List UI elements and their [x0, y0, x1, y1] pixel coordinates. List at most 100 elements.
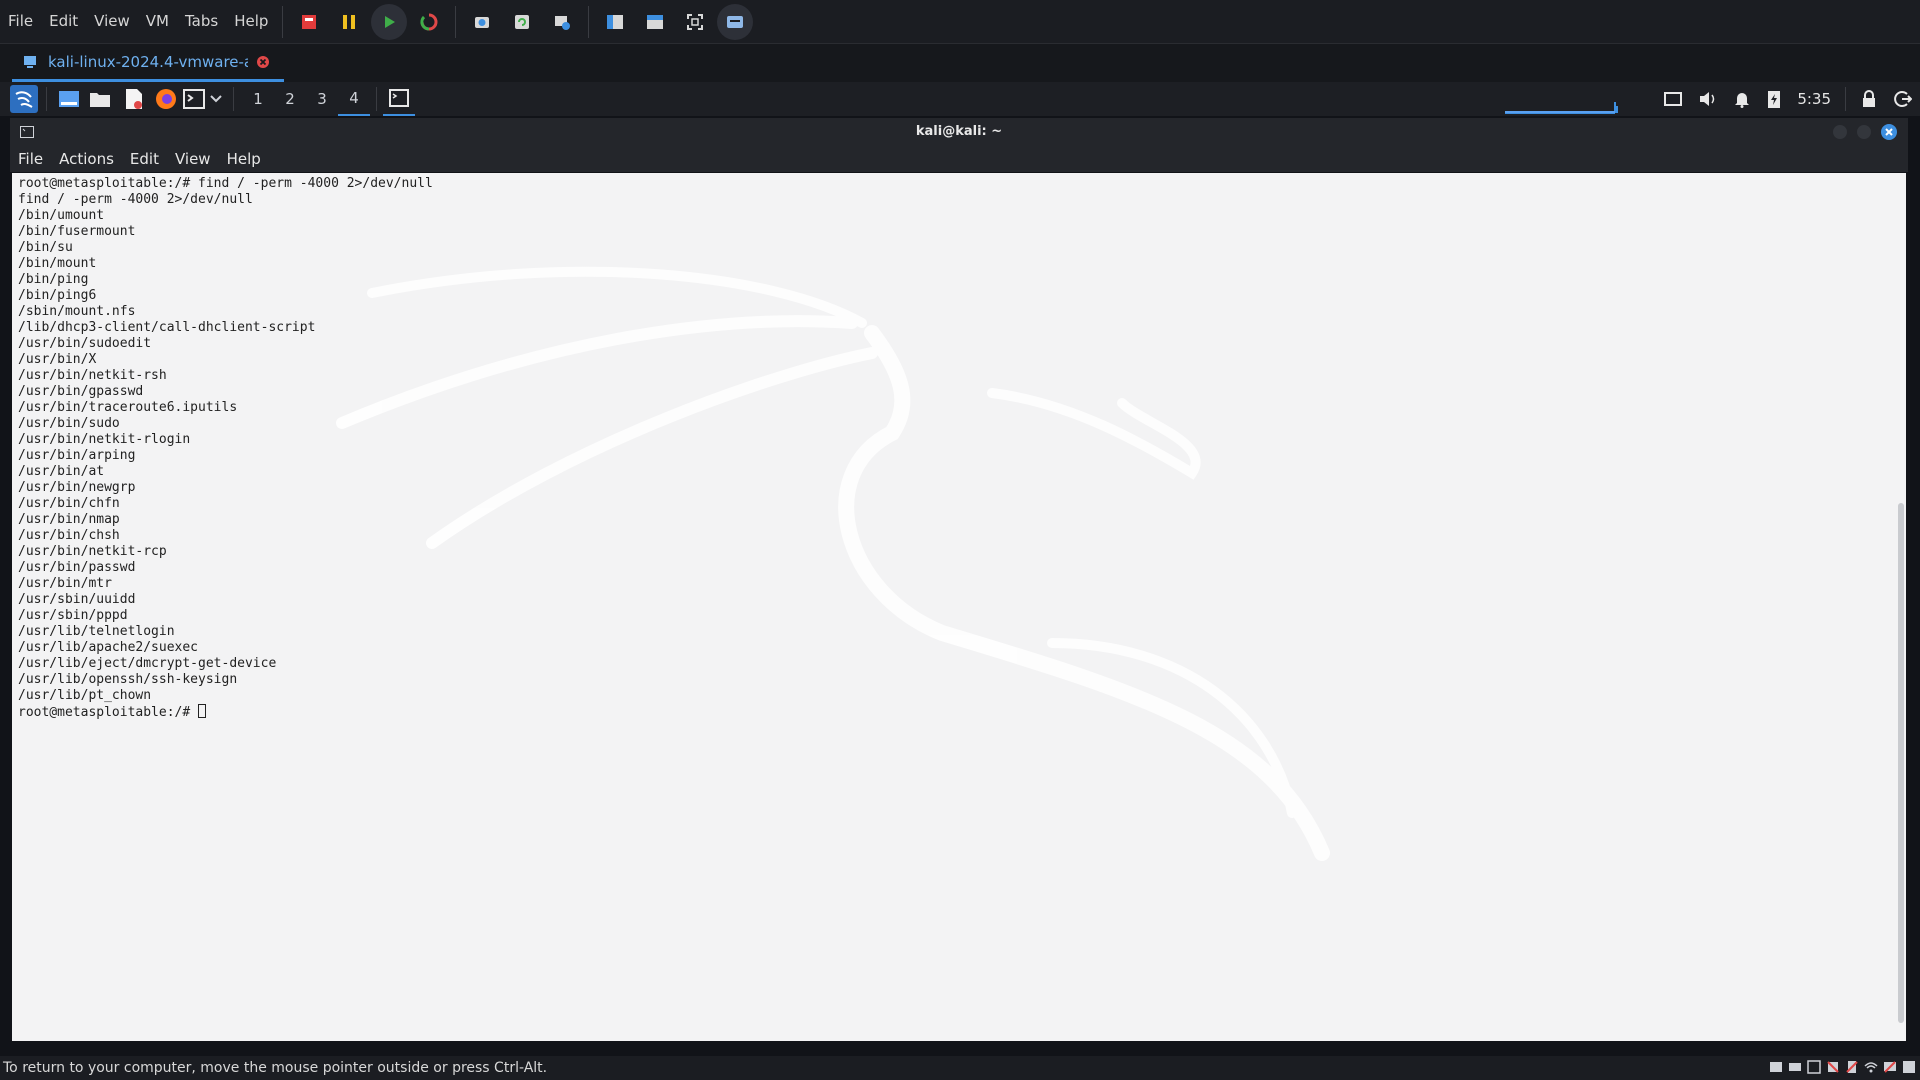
- display-device-icon[interactable]: [1883, 1060, 1897, 1074]
- terminal-line: /usr/bin/nmap: [18, 512, 120, 527]
- wireless-icon[interactable]: [1864, 1060, 1878, 1074]
- divider: [588, 5, 590, 38]
- network-adapter-icon[interactable]: [1807, 1060, 1821, 1074]
- status-message: To return to your computer, move the mou…: [3, 1060, 548, 1076]
- thumbnail-bar-button[interactable]: [637, 4, 673, 40]
- messages-icon[interactable]: [1902, 1060, 1916, 1074]
- sound-card-icon[interactable]: [1845, 1060, 1859, 1074]
- kali-top-panel: 1 2 3 4 5:35: [0, 82, 1920, 116]
- revert-snapshot-icon: [515, 14, 530, 29]
- snapshot-button[interactable]: [464, 4, 500, 40]
- firefox-icon: [156, 89, 176, 109]
- vm-menu-view[interactable]: View: [86, 0, 138, 43]
- workspace-2[interactable]: 2: [274, 82, 306, 116]
- monitor-icon: [1664, 92, 1683, 106]
- fullscreen-button[interactable]: [677, 4, 713, 40]
- snapshot-manager-icon: [555, 15, 571, 30]
- revert-snapshot-button[interactable]: [504, 4, 540, 40]
- kali-menu-button[interactable]: [10, 85, 38, 113]
- pause-icon: [343, 14, 356, 29]
- unity-button[interactable]: [717, 3, 754, 40]
- terminal-line: /usr/bin/traceroute6.iputils: [18, 400, 238, 415]
- vm-menu-help[interactable]: Help: [226, 0, 276, 43]
- snapshot-icon: [475, 16, 490, 28]
- terminal-launcher-button[interactable]: [181, 82, 207, 116]
- terminal-line: /usr/bin/X: [18, 352, 97, 367]
- restart-button[interactable]: [411, 4, 447, 40]
- notifications-button[interactable]: [1725, 82, 1759, 116]
- close-tab-icon[interactable]: [256, 55, 270, 69]
- workspace-1[interactable]: 1: [242, 82, 274, 116]
- firefox-button[interactable]: [151, 82, 181, 116]
- terminal-line: /usr/bin/sudoedit: [18, 336, 152, 351]
- close-window-icon[interactable]: [1880, 123, 1898, 141]
- play-button[interactable]: [371, 3, 408, 40]
- hard-disk-icon[interactable]: [1769, 1060, 1783, 1074]
- terminal-output-area[interactable]: root@metasploitable:/# find / -perm -400…: [12, 173, 1906, 1041]
- terminal-dropdown-button[interactable]: [207, 82, 225, 116]
- volume-icon: [1700, 92, 1715, 106]
- terminal-scrollbar[interactable]: [1898, 503, 1904, 1023]
- text-editor-icon: [126, 89, 142, 109]
- terminal-line: /usr/bin/netkit-rsh: [18, 368, 167, 383]
- vm-menu-file[interactable]: File: [0, 0, 41, 43]
- sidebar-icon: [607, 14, 624, 29]
- terminal-line: /usr/bin/at: [18, 464, 105, 479]
- terminal-prompt: root@metasploitable:/#: [18, 705, 199, 720]
- workspace-4[interactable]: 4: [338, 82, 370, 116]
- terminal-titlebar[interactable]: kali@kali: ~: [10, 118, 1908, 146]
- terminal-line: /bin/ping: [18, 272, 89, 287]
- terminal-line: /usr/bin/mtr: [18, 576, 112, 591]
- power-off-button[interactable]: [291, 4, 327, 40]
- terminal-line: find / -perm -4000 2>/dev/null: [18, 192, 253, 207]
- terminal-line: /bin/su: [18, 240, 73, 255]
- snapshot-manager-button[interactable]: [544, 4, 580, 40]
- cd-drive-icon[interactable]: [1788, 1060, 1802, 1074]
- file-manager-button[interactable]: [83, 82, 117, 116]
- usb-icon[interactable]: [1826, 1060, 1840, 1074]
- terminal-menu-file[interactable]: File: [10, 150, 51, 168]
- maximize-window-icon[interactable]: [1856, 124, 1872, 140]
- display-button[interactable]: [1655, 82, 1691, 116]
- volume-button[interactable]: [1691, 82, 1725, 116]
- logout-button[interactable]: [1886, 82, 1920, 116]
- terminal-menu-view[interactable]: View: [167, 150, 219, 168]
- terminal-menu-help[interactable]: Help: [219, 150, 269, 168]
- terminal-line: /usr/bin/passwd: [18, 560, 136, 575]
- power-status-button[interactable]: [1759, 82, 1789, 116]
- lock-screen-button[interactable]: [1852, 82, 1886, 116]
- terminal-output-lines: root@metasploitable:/# find / -perm -400…: [18, 176, 433, 703]
- thumbnail-bar-icon: [647, 14, 664, 29]
- vm-menu-edit[interactable]: Edit: [41, 0, 86, 43]
- terminal-line: /bin/mount: [18, 256, 97, 271]
- divider: [282, 5, 284, 38]
- terminal-line: /usr/lib/apache2/suexec: [18, 640, 199, 655]
- vm-tab[interactable]: kali-linux-2024.4-vmware-am...: [12, 44, 284, 82]
- sidebar-toggle-button[interactable]: [597, 4, 633, 40]
- terminal-menu-actions[interactable]: Actions: [51, 150, 122, 168]
- terminal-line: /usr/lib/telnetlogin: [18, 624, 175, 639]
- panel-clock[interactable]: 5:35: [1789, 90, 1839, 108]
- divider: [1845, 87, 1846, 111]
- divider: [233, 87, 234, 111]
- folder-icon: [90, 93, 110, 107]
- battery-charging-icon: [1768, 91, 1781, 108]
- text-editor-button[interactable]: [117, 82, 151, 116]
- terminal-line: /bin/ping6: [18, 288, 97, 303]
- divider: [46, 87, 47, 111]
- workspace-3[interactable]: 3: [306, 82, 338, 116]
- terminal-icon: [183, 89, 205, 109]
- terminal-line: /usr/bin/sudo: [18, 416, 120, 431]
- taskbar-terminal-window[interactable]: [383, 82, 415, 116]
- terminal-line: /usr/bin/netkit-rcp: [18, 544, 167, 559]
- terminal-line: /usr/bin/newgrp: [18, 480, 136, 495]
- pause-button[interactable]: [331, 4, 367, 40]
- vm-menu-tabs[interactable]: Tabs: [177, 0, 226, 43]
- play-icon: [385, 15, 396, 28]
- show-desktop-button[interactable]: [55, 82, 83, 116]
- minimize-window-icon[interactable]: [1832, 124, 1848, 140]
- terminal-menu-edit[interactable]: Edit: [122, 150, 167, 168]
- terminal-line: /usr/bin/gpasswd: [18, 384, 144, 399]
- vm-menu-vm[interactable]: VM: [138, 0, 177, 43]
- terminal-line: /bin/fusermount: [18, 224, 136, 239]
